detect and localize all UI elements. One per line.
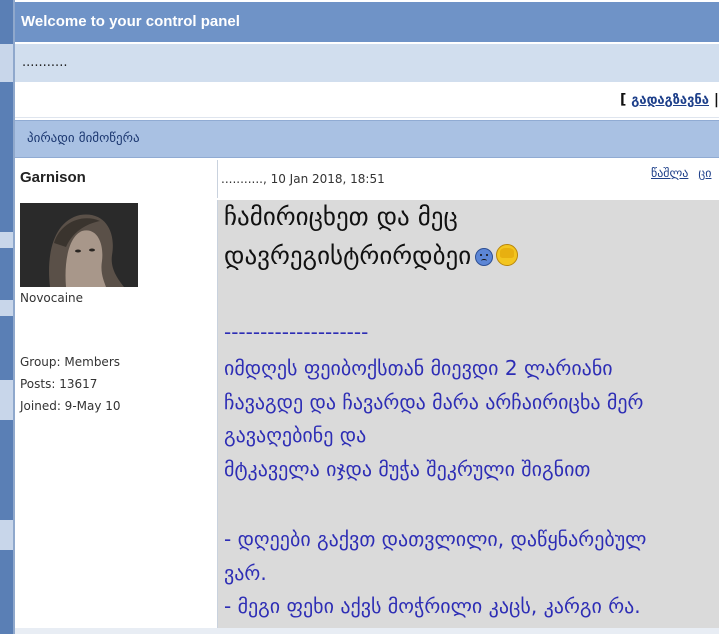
avatar-image <box>20 203 138 287</box>
subheader-row: ........... <box>15 44 719 82</box>
post-heading-line-2: დავრეგისტრირდბეი <box>224 241 519 270</box>
post-text-line: ვარ. <box>224 561 267 585</box>
post-text-line: - დღეები გაქვთ დათვლილი, დაწყნარებულ <box>224 527 647 551</box>
post-footer-border <box>15 628 719 634</box>
edge-segment <box>0 380 13 420</box>
post-text-line: - მეგი ფეხი აქვს მოჭრილი კაცს, კარგი რა. <box>224 594 641 618</box>
quote-link[interactable]: ცი <box>698 166 711 180</box>
delete-link[interactable]: წაშლა <box>651 166 688 180</box>
edge-segment <box>0 300 13 316</box>
post-text-line: გავაღებინე და <box>224 423 367 447</box>
post-header: Garnison ..........., 10 Jan 2018, 18:51… <box>15 160 719 198</box>
left-window-edge <box>0 0 13 634</box>
post-text-line: იმდღეს ფეიბოქსთან მიევდი 2 ლარიანი <box>224 356 613 380</box>
sad-face-icon <box>475 248 494 266</box>
avatar <box>20 203 138 287</box>
post-heading-line: ჩამირიცხეთ და მეც <box>224 202 458 231</box>
subheader-dots: ........... <box>22 55 68 70</box>
post-header-links: წაშლა ცი <box>651 166 719 180</box>
author-posts: Posts: 13617 <box>20 377 98 391</box>
author-joined: Joined: 9-May 10 <box>20 399 121 413</box>
post-heading-text: დავრეგისტრირდბეი <box>224 241 472 270</box>
post-date: ..........., 10 Jan 2018, 18:51 <box>221 172 385 186</box>
edge-segment <box>0 44 13 82</box>
welcome-header: Welcome to your control panel <box>15 2 719 42</box>
post-divider: -------------------- <box>224 320 369 344</box>
author-group: Group: Members <box>20 355 121 369</box>
action-separator: | <box>713 92 719 108</box>
control-panel: Welcome to your control panel ..........… <box>15 0 719 634</box>
section-title: პირადი მიმოწერა <box>15 120 719 158</box>
action-links: [ გადაგზავნა | <box>620 92 719 108</box>
forward-link[interactable]: გადაგზავნა <box>631 93 709 108</box>
facepalm-icon <box>496 244 519 266</box>
post-body: ჩამირიცხეთ და მეც დავრეგისტრირდბეი -----… <box>217 200 719 628</box>
column-divider <box>217 160 218 198</box>
edge-segment <box>0 232 13 248</box>
author-name[interactable]: Garnison <box>20 169 86 186</box>
post-text-line: მტკაველა იჯდა მუჭა შეკრული შიგნით <box>224 457 591 481</box>
post-text-line: ჩავაგდე და ჩავარდა მარა არჩაირიცხა მერ <box>224 390 644 414</box>
open-bracket: [ <box>620 92 627 108</box>
author-info: Novocaine Group: Members Posts: 13617 Jo… <box>15 200 217 634</box>
author-title: Novocaine <box>20 291 84 305</box>
edge-segment <box>0 520 13 550</box>
message-actions: [ გადაგზავნა | <box>15 84 719 118</box>
